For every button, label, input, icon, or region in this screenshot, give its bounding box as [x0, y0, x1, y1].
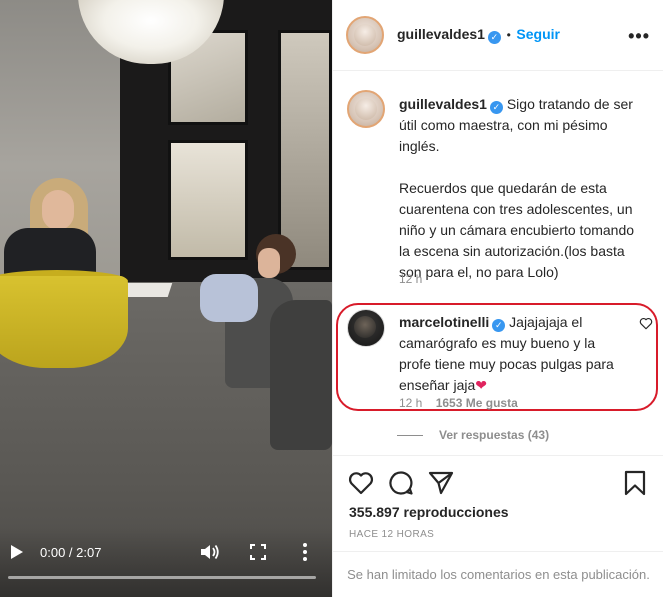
video-frame-child	[200, 274, 258, 322]
comment-likes[interactable]: 1653 Me gusta	[436, 396, 518, 410]
video-frame-person	[42, 190, 74, 230]
video-frame-child	[258, 248, 280, 278]
follow-button[interactable]: Seguir	[516, 26, 560, 42]
avatar[interactable]	[347, 90, 385, 128]
video-time: 0:00 / 2:07	[40, 545, 102, 560]
play-icon[interactable]	[10, 544, 24, 560]
comment-text: marcelotinelli ✓ Jajajajaja el camarógraf…	[399, 312, 629, 396]
view-replies-button[interactable]: Ver respuestas (43)	[397, 428, 549, 442]
video-player[interactable]: 0:00 / 2:07	[0, 0, 332, 597]
comment-icon[interactable]	[388, 470, 414, 496]
volume-icon[interactable]	[200, 543, 220, 561]
caption-time[interactable]: 12 h	[399, 272, 422, 286]
post-username[interactable]: guillevaldes1	[397, 26, 485, 42]
caption-username[interactable]: guillevaldes1	[399, 96, 487, 112]
video-frame-window	[278, 30, 332, 270]
video-frame-window	[168, 140, 248, 260]
views-count: 355.897 reproducciones	[349, 504, 509, 520]
post-panel: guillevaldes1 ✓ • Seguir ••• guillevaldes…	[332, 0, 663, 597]
like-comment-icon[interactable]	[639, 317, 653, 330]
comment-username[interactable]: marcelotinelli	[399, 314, 489, 330]
comment-time[interactable]: 12 h	[399, 396, 422, 410]
avatar[interactable]	[347, 309, 385, 347]
video-controls-bar	[0, 527, 332, 597]
verified-icon: ✓	[492, 319, 506, 332]
verified-icon: ✓	[489, 101, 503, 114]
post-time[interactable]: HACE 12 HORAS	[349, 529, 434, 540]
share-icon[interactable]	[428, 470, 454, 496]
replies-label: Ver respuestas (43)	[439, 428, 550, 442]
replies-line	[397, 435, 423, 437]
video-frame-vase	[0, 276, 128, 368]
save-icon[interactable]	[622, 470, 648, 496]
caption-text: guillevaldes1 ✓ Sigo tratando de ser útil…	[399, 94, 647, 283]
heart-emoji: ❤	[475, 377, 488, 393]
more-icon[interactable]: •••	[628, 26, 650, 47]
header-user: guillevaldes1 ✓ • Seguir	[397, 26, 560, 44]
heart-icon[interactable]	[348, 470, 374, 496]
comments-limited-notice: Se han limitado los comentarios en esta …	[333, 551, 663, 597]
avatar[interactable]	[346, 16, 384, 54]
video-menu-icon[interactable]	[300, 542, 310, 562]
verified-icon: ✓	[487, 31, 501, 44]
fullscreen-icon[interactable]	[250, 544, 266, 560]
separator-dot: •	[506, 28, 511, 42]
comment-meta: 12 h 1653 Me gusta	[399, 396, 518, 410]
video-progress-bar[interactable]	[8, 576, 316, 579]
post-header: guillevaldes1 ✓ • Seguir •••	[333, 0, 663, 71]
video-frame-chair	[270, 300, 332, 450]
caption-body: Sigo tratando de ser útil como maestra, …	[399, 96, 635, 280]
